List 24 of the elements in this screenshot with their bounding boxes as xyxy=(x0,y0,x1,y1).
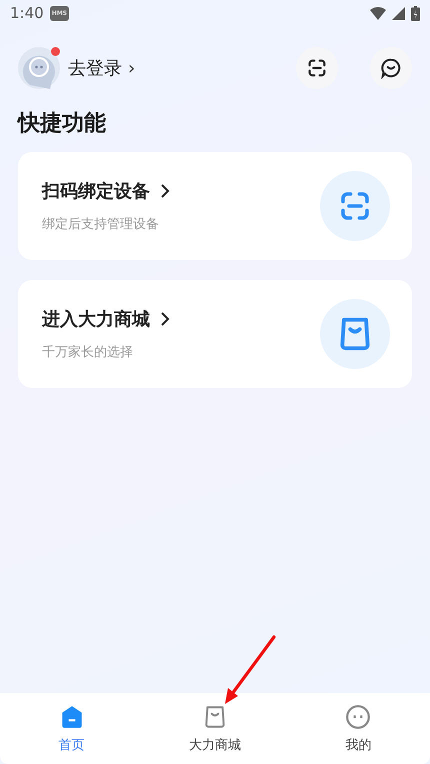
chevron-icon xyxy=(160,183,170,199)
shortcut-card[interactable]: 进入大力商城 千万家长的选择 xyxy=(18,280,412,388)
status-time: 1:40 xyxy=(10,4,44,22)
card-title: 扫码绑定设备 xyxy=(42,180,150,203)
chevron-icon xyxy=(160,311,170,327)
scan-button[interactable] xyxy=(296,47,338,89)
annotation-arrow xyxy=(222,634,278,706)
message-button[interactable] xyxy=(370,47,412,89)
section-title: 快捷功能 xyxy=(16,110,107,138)
avatar[interactable] xyxy=(18,47,60,89)
scan-icon xyxy=(306,57,328,79)
card-subtitle: 千万家长的选择 xyxy=(42,344,134,361)
card-subtitle: 绑定后支持管理设备 xyxy=(42,216,160,233)
chat-bubble-icon xyxy=(380,57,402,79)
battery-icon xyxy=(411,6,420,20)
wifi-icon xyxy=(370,6,386,20)
tab[interactable]: 大力商城 xyxy=(143,693,287,764)
face-icon xyxy=(345,704,372,730)
login-link[interactable]: 去登录 › xyxy=(68,56,136,80)
card-title: 进入大力商城 xyxy=(42,308,150,331)
tab[interactable]: 首页 xyxy=(0,693,144,764)
signal-icon xyxy=(392,6,405,20)
tab[interactable]: 我的 xyxy=(286,693,430,764)
shortcut-card[interactable]: 扫码绑定设备 绑定后支持管理设备 xyxy=(18,152,412,260)
